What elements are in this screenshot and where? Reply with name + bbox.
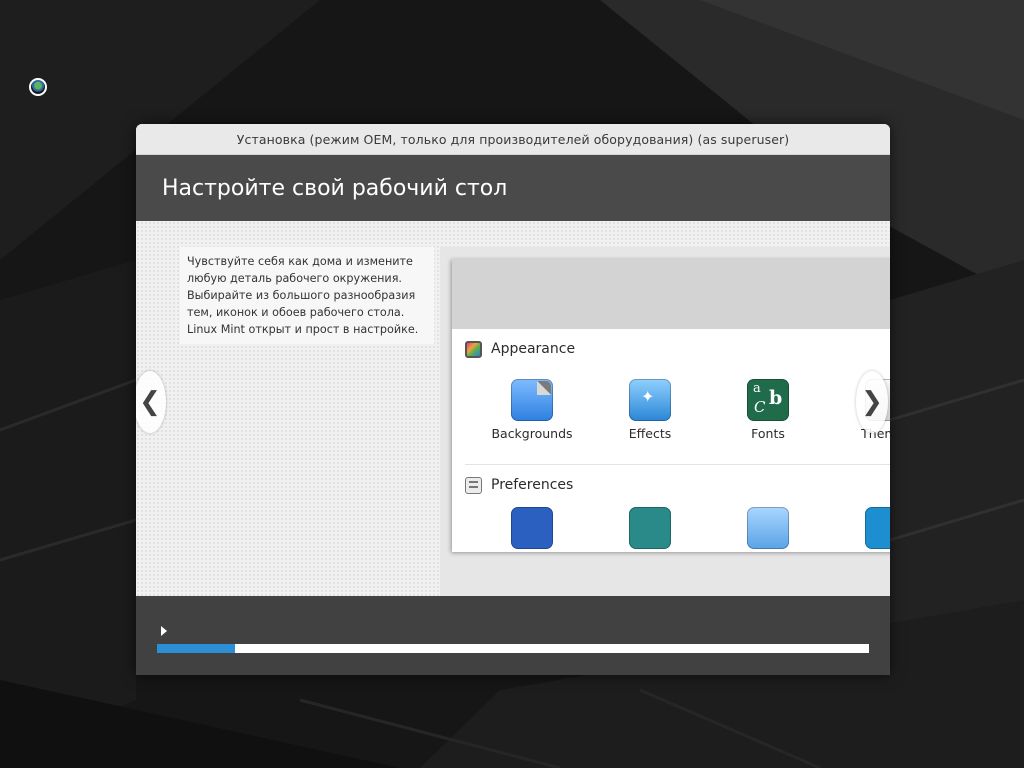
backgrounds-item: Backgrounds	[482, 379, 582, 441]
install-progress-bar	[157, 644, 869, 653]
page-header: Настройте свой рабочий стол	[136, 155, 890, 221]
fonts-item: a C b Fonts	[718, 379, 818, 441]
backgrounds-icon	[511, 379, 553, 421]
screenshot-toolbar	[452, 259, 890, 329]
install-progress-fill	[157, 644, 236, 653]
slide-description: Чувствуйте себя как дома и измените любу…	[180, 247, 434, 344]
installer-window: Установка (режим OEM, только для произво…	[136, 124, 890, 675]
page-title: Настройте свой рабочий стол	[162, 175, 508, 201]
chevron-right-icon: ❯	[861, 387, 883, 417]
fonts-icon: a C b	[747, 379, 789, 421]
preference-item	[718, 507, 818, 549]
backgrounds-label: Backgrounds	[491, 426, 573, 441]
accessibility-item	[482, 507, 582, 549]
installer-footer	[136, 596, 890, 675]
next-slide-button[interactable]: ❯	[856, 371, 888, 433]
appearance-icon	[465, 340, 482, 358]
preferences-items	[452, 505, 890, 552]
date-time-item	[836, 507, 890, 549]
effects-icon	[629, 379, 671, 421]
window-title: Установка (режим OEM, только для произво…	[236, 131, 790, 147]
previous-slide-button[interactable]: ❮	[136, 371, 166, 433]
account-item	[600, 507, 700, 549]
accessibility-icon	[511, 507, 553, 549]
appearance-section-label: Appearance	[491, 341, 576, 357]
chevron-left-icon: ❮	[139, 387, 161, 417]
account-icon	[629, 507, 671, 549]
preferences-section: Preferences	[452, 465, 890, 505]
appearance-section: Appearance	[452, 329, 890, 369]
appearance-items: Backgrounds Effects a C b Fonts Them	[452, 369, 890, 464]
window-titlebar: Установка (режим OEM, только для произво…	[136, 124, 890, 155]
preference-icon	[747, 507, 789, 549]
slide-screenshot: Appearance Backgrounds Effects a C b	[452, 259, 890, 552]
triangle-right-icon[interactable]	[161, 626, 167, 636]
clock-icon	[865, 507, 890, 549]
effects-label: Effects	[628, 426, 672, 441]
slideshow: Чувствуйте себя как дома и измените любу…	[136, 221, 890, 596]
fonts-label: Fonts	[751, 426, 785, 441]
mint-logo-icon[interactable]	[29, 78, 47, 96]
preferences-icon	[465, 476, 482, 494]
effects-item: Effects	[600, 379, 700, 441]
preferences-section-label: Preferences	[491, 477, 574, 493]
